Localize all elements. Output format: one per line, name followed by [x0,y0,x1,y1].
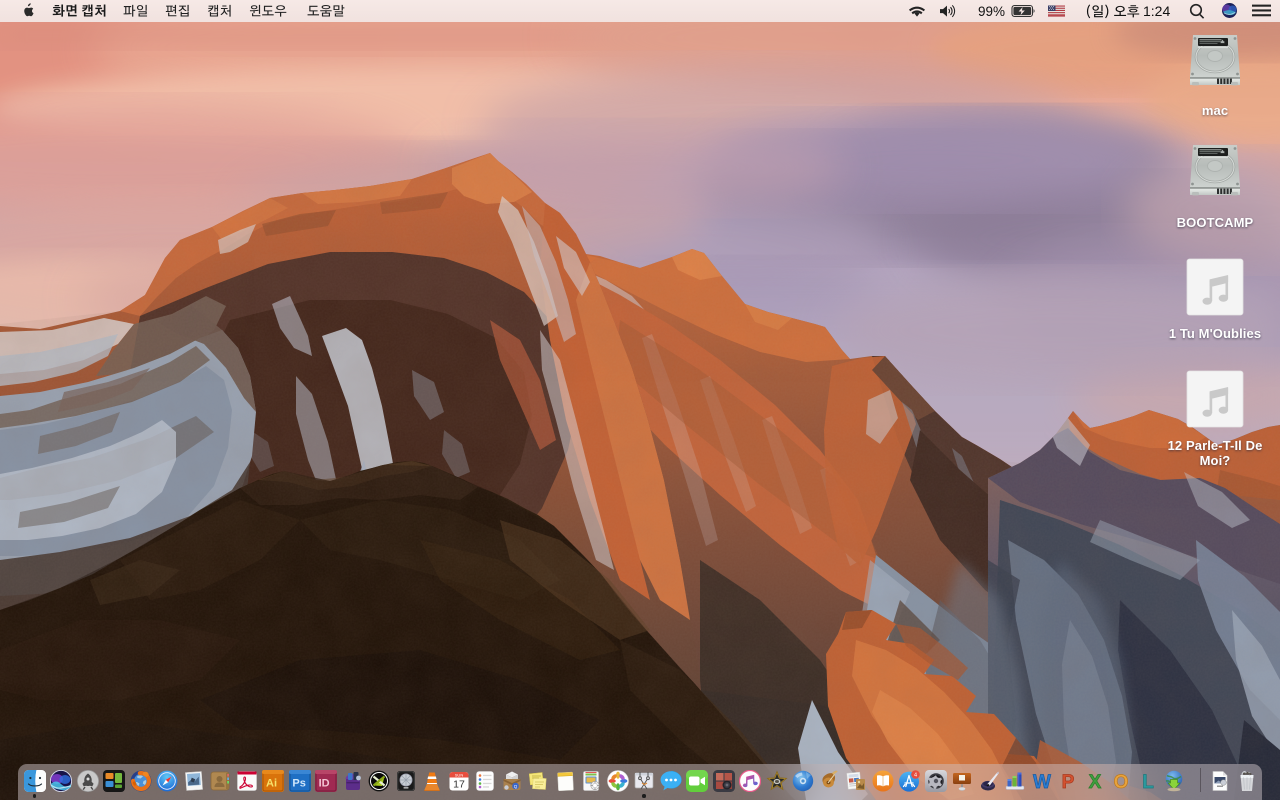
svg-text:ID: ID [319,778,330,790]
svg-text:O: O [1114,772,1129,792]
svg-text:L: L [1142,772,1154,792]
svg-text:X: X [1088,772,1101,792]
svg-text:Q: Q [513,784,517,789]
svg-text:99%: 99% [978,4,1005,19]
svg-text:W: W [1033,772,1051,792]
svg-text:17: 17 [453,779,465,791]
svg-text:Ai: Ai [266,778,277,790]
svg-text:SUN: SUN [454,772,463,777]
svg-text:P: P [1062,772,1075,792]
svg-text:Ps: Ps [292,778,305,790]
svg-text:4: 4 [914,772,917,778]
svg-text:1:24: 1:24 [1143,3,1170,19]
